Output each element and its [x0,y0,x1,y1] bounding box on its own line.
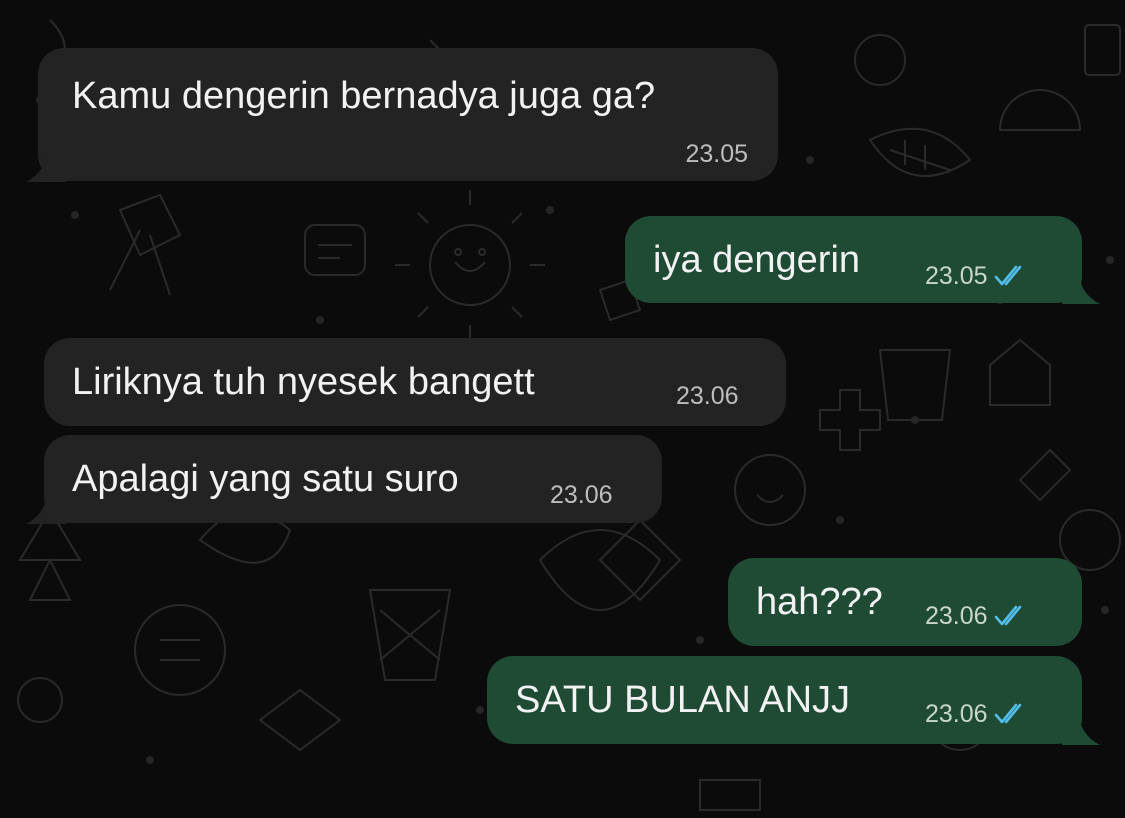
message-timestamp: 23.06 [676,382,739,410]
message-timestamp: 23.05 [925,262,1026,290]
message-timestamp: 23.06 [925,700,1026,728]
message-bubble-incoming[interactable]: Kamu dengerin bernadya juga ga? 23.05 [38,48,778,181]
message-text: SATU BULAN ANJJ [515,679,851,721]
message-bubble-outgoing[interactable]: iya dengerin 23.05 [625,216,1082,303]
bubble-tail-incoming [26,490,66,524]
message-timestamp: 23.05 [685,140,748,168]
message-text: Kamu dengerin bernadya juga ga? [72,75,656,117]
message-time: 23.05 [925,262,988,290]
message-bubble-incoming[interactable]: Apalagi yang satu suro 23.06 [44,435,662,523]
message-bubble-incoming[interactable]: Liriknya tuh nyesek bangett 23.06 [44,338,786,426]
message-time: 23.06 [925,602,988,630]
bubble-tail-outgoing [1062,270,1100,304]
message-text: iya dengerin [653,239,861,281]
double-check-read-icon [994,265,1021,286]
message-text: Apalagi yang satu suro [72,458,459,500]
message-text: Liriknya tuh nyesek bangett [72,361,535,403]
double-check-read-icon [994,703,1021,724]
bubble-tail-outgoing [1062,711,1100,745]
double-check-read-icon [994,605,1021,626]
message-time: 23.06 [925,700,988,728]
message-bubble-outgoing[interactable]: hah??? 23.06 [728,558,1082,646]
message-timestamp: 23.06 [925,602,1026,630]
bubble-tail-incoming [26,148,66,182]
message-text: hah??? [756,581,883,623]
message-bubble-outgoing[interactable]: SATU BULAN ANJJ 23.06 [487,656,1082,744]
message-timestamp: 23.06 [550,481,613,509]
chat-conversation: Kamu dengerin bernadya juga ga? 23.05 iy… [0,0,1125,818]
